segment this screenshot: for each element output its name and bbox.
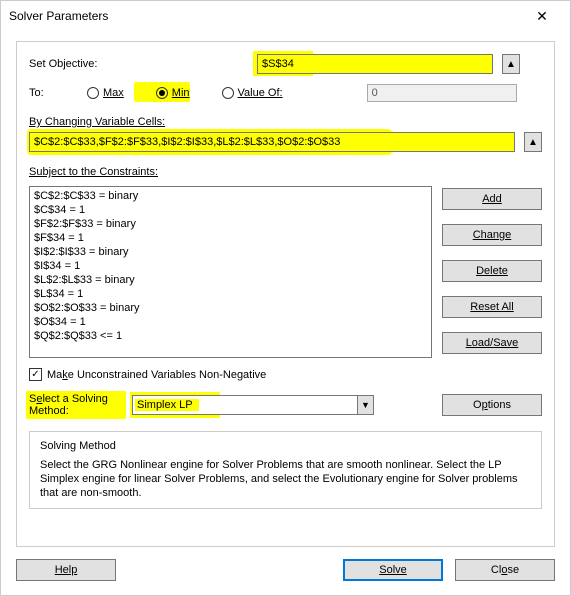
change-button[interactable]: Change	[442, 224, 542, 246]
constraint-item[interactable]: $F$2:$F$33 = binary	[34, 217, 427, 231]
unconstrained-checkbox[interactable]: ✓	[29, 368, 42, 381]
constraints-area: $C$2:$C$33 = binary $C$34 = 1 $F$2:$F$33…	[29, 186, 542, 358]
to-row: To: Max Min Value Of:	[29, 84, 542, 102]
solver-dialog: Solver Parameters ✕ Set Objective: ▲ To:…	[0, 0, 571, 596]
constraint-item[interactable]: $I$2:$I$33 = binary	[34, 245, 427, 259]
method-label: Select a Solving Method:	[29, 393, 124, 417]
main-panel: Set Objective: ▲ To: Max Min	[16, 41, 555, 547]
radio-max[interactable]: Max	[87, 87, 124, 99]
to-label: To:	[29, 87, 59, 99]
changing-cells-label: By Changing Variable Cells:	[29, 116, 542, 128]
constraint-buttons: Add Change Delete Reset All Load/Save	[442, 186, 542, 358]
radio-valueof-label: Value Of:	[238, 87, 283, 99]
objective-input[interactable]	[257, 54, 493, 74]
solving-method-title: Solving Method	[40, 440, 531, 452]
constraint-item[interactable]: $I$34 = 1	[34, 259, 427, 273]
constraint-item[interactable]: $C$34 = 1	[34, 203, 427, 217]
radio-valueof[interactable]: Value Of:	[222, 87, 283, 99]
set-objective-label: Set Objective:	[29, 58, 251, 70]
titlebar: Solver Parameters ✕	[1, 1, 570, 31]
content-area: Set Objective: ▲ To: Max Min	[1, 31, 570, 547]
unconstrained-label: Make Unconstrained Variables Non-Negativ…	[47, 369, 266, 381]
bottom-bar: Help Solve Close	[1, 547, 570, 595]
constraints-label: Subject to the Constraints:	[29, 166, 542, 178]
constraints-list[interactable]: $C$2:$C$33 = binary $C$34 = 1 $F$2:$F$33…	[29, 186, 432, 358]
radio-max-circle[interactable]	[87, 87, 99, 99]
radio-valueof-circle[interactable]	[222, 87, 234, 99]
radio-min-label: Min	[172, 87, 190, 99]
solving-method-desc-box: Solving Method Select the GRG Nonlinear …	[29, 431, 542, 509]
constraint-item[interactable]: $Q$2:$Q$33 <= 1	[34, 329, 427, 343]
add-button[interactable]: Add	[442, 188, 542, 210]
unconstrained-row[interactable]: ✓ Make Unconstrained Variables Non-Negat…	[29, 368, 542, 381]
method-row: Select a Solving Method: Simplex LP ▼ Op…	[29, 393, 542, 417]
load-save-button[interactable]: Load/Save	[442, 332, 542, 354]
changing-cells-wrap	[29, 132, 515, 152]
solving-method-desc: Select the GRG Nonlinear engine for Solv…	[40, 458, 531, 500]
method-select-wrap: Simplex LP ▼	[132, 395, 374, 415]
close-button[interactable]: Close	[455, 559, 555, 581]
objective-input-wrap	[257, 54, 493, 74]
cells-range-selector-icon[interactable]: ▲	[524, 132, 542, 152]
radio-min-circle[interactable]	[156, 87, 168, 99]
constraint-item[interactable]: $O$34 = 1	[34, 315, 427, 329]
chevron-down-icon: ▼	[357, 396, 373, 414]
constraint-item[interactable]: $F$34 = 1	[34, 231, 427, 245]
reset-all-button[interactable]: Reset All	[442, 296, 542, 318]
help-button[interactable]: Help	[16, 559, 116, 581]
objective-row: Set Objective: ▲	[29, 54, 542, 74]
method-select-value: Simplex LP	[135, 399, 199, 411]
changing-cells-row: ▲	[29, 132, 542, 152]
options-button[interactable]: Options	[442, 394, 542, 416]
delete-button[interactable]: Delete	[442, 260, 542, 282]
constraint-item[interactable]: $O$2:$O$33 = binary	[34, 301, 427, 315]
close-icon[interactable]: ✕	[522, 8, 562, 25]
valueof-input[interactable]	[367, 84, 517, 102]
constraint-item[interactable]: $L$34 = 1	[34, 287, 427, 301]
window-title: Solver Parameters	[9, 9, 522, 23]
constraint-item[interactable]: $C$2:$C$33 = binary	[34, 189, 427, 203]
method-select[interactable]: Simplex LP ▼	[132, 395, 374, 415]
objective-range-selector-icon[interactable]: ▲	[502, 54, 520, 74]
changing-cells-input[interactable]	[29, 132, 515, 152]
constraint-item[interactable]: $L$2:$L$33 = binary	[34, 273, 427, 287]
radio-min[interactable]: Min	[152, 85, 194, 101]
solve-button[interactable]: Solve	[343, 559, 443, 581]
radio-max-label: Max	[103, 87, 124, 99]
